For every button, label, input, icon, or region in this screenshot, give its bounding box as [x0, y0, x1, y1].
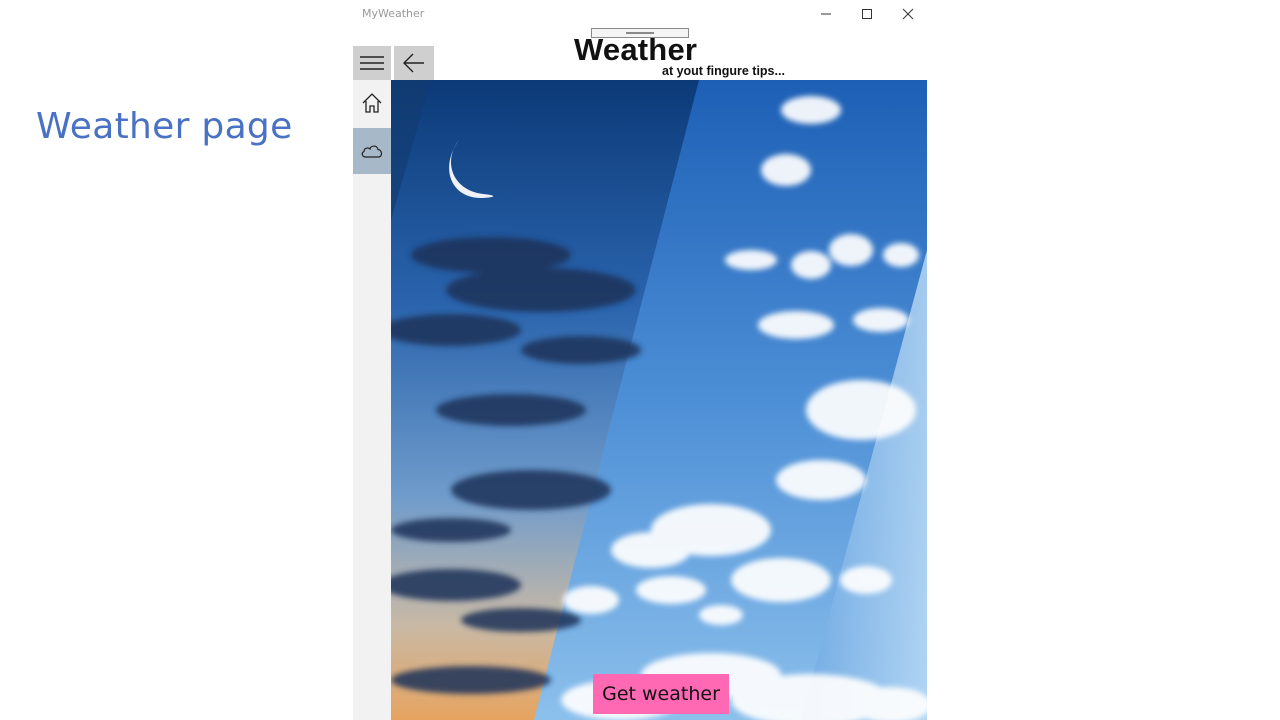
- maximize-icon: [862, 9, 872, 19]
- sky-background-image: [391, 80, 927, 720]
- minimize-icon: [821, 13, 831, 15]
- title-bar[interactable]: MyWeather: [353, 0, 927, 28]
- hamburger-icon: [360, 56, 384, 70]
- close-icon: [902, 8, 914, 20]
- nav-item-weather[interactable]: [353, 128, 391, 174]
- minimize-button[interactable]: [805, 0, 847, 28]
- get-weather-button[interactable]: Get weather: [593, 674, 729, 714]
- slide-title: Weather page: [36, 106, 293, 147]
- navigation-pane: [353, 80, 391, 720]
- nav-item-home[interactable]: [353, 80, 391, 126]
- app-window: MyWeather Weather at yout fingure tips..…: [353, 0, 927, 720]
- sky-illustration: [391, 80, 927, 720]
- header-tagline: at yout fingure tips...: [662, 64, 785, 78]
- home-icon: [362, 93, 382, 113]
- back-button[interactable]: [394, 46, 434, 80]
- back-arrow-icon: [403, 53, 424, 73]
- close-button[interactable]: [887, 0, 927, 28]
- header-title: Weather: [574, 32, 698, 67]
- maximize-button[interactable]: [846, 0, 888, 28]
- app-title: MyWeather: [362, 7, 425, 20]
- cloud-icon: [361, 145, 383, 158]
- hamburger-menu-button[interactable]: [353, 46, 391, 80]
